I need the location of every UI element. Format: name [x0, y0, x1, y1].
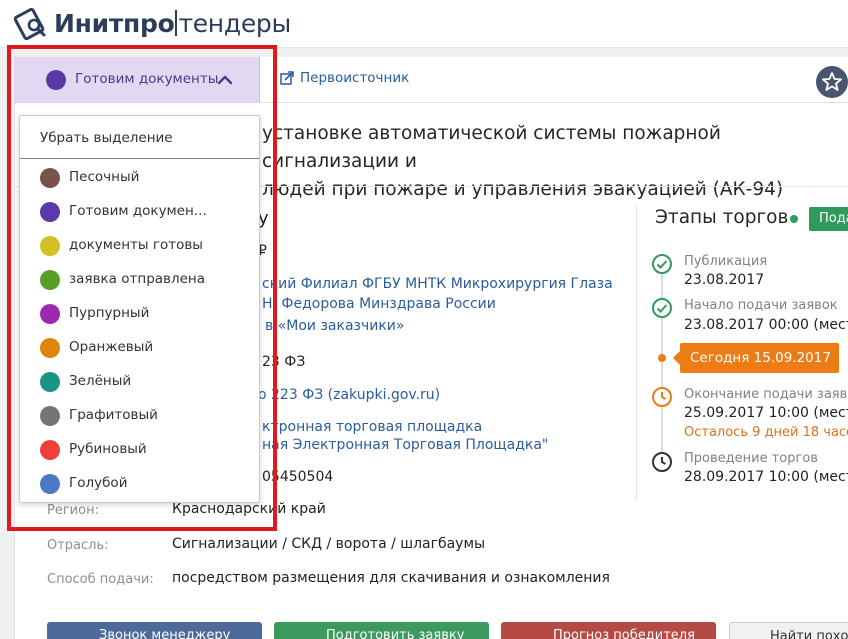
find-similar-label: Найти похож [770, 629, 848, 639]
check-circle-icon [652, 254, 672, 274]
industry-label: Отрасль: [47, 538, 109, 553]
prepare-application-button[interactable]: Подготовить заявку [274, 622, 489, 639]
top-bar: Инитпро тендеры [0, 0, 848, 48]
winner-forecast-label: Прогноз победителя [553, 628, 695, 639]
platform-link-line1[interactable]: ктронная торговая площадка [262, 419, 482, 435]
clock-orange-icon [652, 387, 672, 407]
tender-title: установке автоматической системы пожарно… [262, 120, 848, 204]
column-divider [636, 205, 637, 500]
platform-link-line2[interactable]: ная Электронная Торговая Площадка" [262, 437, 548, 453]
highlight-frame [7, 45, 277, 531]
brand-bold: Инитпро [54, 9, 175, 38]
stage-end-remaining: Осталось 9 дней 18 часов [684, 425, 848, 440]
find-similar-button[interactable]: Найти похож [729, 622, 848, 639]
brand-name[interactable]: Инитпро тендеры [54, 9, 291, 38]
clock-dark-icon [652, 452, 672, 472]
stage-end-value: 25.09.2017 10:00 (местно [684, 405, 848, 421]
stage-start-label: Начало подачи заявок [684, 298, 838, 313]
customer-link-line2[interactable]: Н. Федорова Минздрава России [262, 296, 496, 312]
stage-auction-value: 28.09.2017 10:00 (местно [684, 469, 848, 485]
brand-thin: тендеры [178, 9, 291, 38]
law-link[interactable]: о 223 ФЗ (zakupki.gov.ru) [258, 387, 440, 403]
stages-title: Этапы торгов [655, 207, 789, 228]
today-dot [658, 354, 666, 362]
industry-value: Сигнализации / СКД / ворота / шлагбаумы [172, 536, 486, 552]
my-customers-link[interactable]: в «Мои заказчики» [265, 318, 404, 334]
stage-status-dot [790, 215, 798, 223]
stage-auction-label: Проведение торгов [684, 451, 818, 466]
submission-label: Способ подачи: [47, 572, 154, 587]
favorite-button[interactable] [816, 66, 848, 98]
tab-source[interactable]: Первоисточник [280, 70, 409, 86]
logo-icon[interactable] [14, 8, 48, 40]
customer-link-line1[interactable]: ский Филиал ФГБУ МНТК Микрохирургия Глаз… [262, 276, 613, 292]
stage-end-label: Окончание подачи заявок [684, 387, 848, 402]
call-manager-button[interactable]: Звонок менеджеру [47, 622, 262, 639]
external-link-icon [280, 71, 294, 85]
check-circle-icon [652, 298, 672, 318]
stage-status-badge: Пода [809, 207, 848, 231]
stage-publication-label: Публикация [684, 254, 768, 269]
winner-forecast-button[interactable]: Прогноз победителя [501, 622, 716, 639]
today-badge: Сегодня 15.09.2017 [673, 343, 839, 373]
tab-source-label: Первоисточник [300, 70, 410, 86]
tender-title-line2: людей при пожаре и управления эвакуацией… [262, 179, 784, 200]
submission-value: посредством размещения для скачивания и … [172, 570, 610, 586]
call-manager-label: Звонок менеджеру [99, 628, 231, 639]
tender-title-line1: установке автоматической системы пожарно… [262, 123, 721, 172]
prepare-application-label: Подготовить заявку [326, 628, 465, 639]
stage-publication-value: 23.08.2017 [684, 272, 765, 288]
star-icon [822, 72, 842, 91]
stage-start-value: 23.08.2017 00:00 (местно [684, 317, 848, 333]
